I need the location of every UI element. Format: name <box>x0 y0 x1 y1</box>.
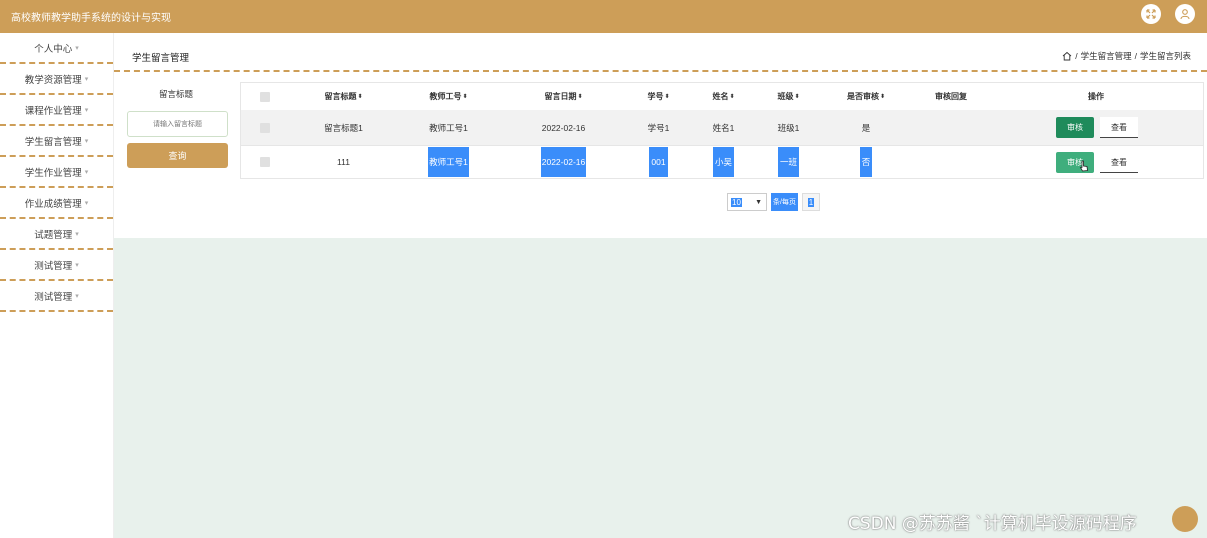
view-button[interactable]: 查看 <box>1100 152 1138 173</box>
content-background <box>114 238 1207 538</box>
chevron-down-icon: ▾ <box>84 199 89 207</box>
sidebar-item-questions[interactable]: 试题管理 ▾ <box>0 219 113 250</box>
watermark-text: CSDN @苏苏酱 `计算机毕设源码程序 <box>848 514 1137 534</box>
row-checkbox[interactable] <box>260 122 270 133</box>
app-title: 高校教师教学助手系统的设计与实现 <box>11 13 171 24</box>
chevron-down-icon: ▾ <box>84 168 89 176</box>
sidebar-item-label: 试题管理 <box>34 229 73 241</box>
table-row[interactable]: 111 教师工号1 2022-02-16 001 小吴 一班 否 审核 查看 <box>241 145 1203 178</box>
select-all-checkbox[interactable] <box>260 91 270 102</box>
sidebar-item-label: 测试管理 <box>34 260 73 272</box>
cell-reply <box>921 110 981 145</box>
sidebar-item-tests[interactable]: 测试管理 ▾ <box>0 250 113 281</box>
column-header-reviewed[interactable]: 是否审核 ⬍ <box>836 83 896 110</box>
sidebar-item-label: 教学资源管理 <box>24 74 82 86</box>
chevron-down-icon: ▾ <box>75 44 79 52</box>
messages-table: 留言标题 ⬍ 教师工号 ⬍ 留言日期 ⬍ 学号 ⬍ 姓名 ⬍ 班级 ⬍ 是否审核 ⬍ 审核回复… <box>240 82 1204 179</box>
cell-class: 一班 <box>777 147 799 177</box>
per-page-label: 条/每页 <box>771 193 798 211</box>
chevron-down-icon: ▾ <box>75 261 79 269</box>
sidebar-item-label: 测试管理 <box>34 291 73 303</box>
view-button[interactable]: 查看 <box>1100 117 1138 138</box>
search-button[interactable]: 查询 <box>127 143 228 168</box>
sidebar: 个人中心 ▾ 教学资源管理 ▾ 课程作业管理 ▾ 学生留言管理 ▾ 学生作业管理 ▾ 作业… <box>0 33 114 538</box>
table-header-row: 留言标题 ⬍ 教师工号 ⬍ 留言日期 ⬍ 学号 ⬍ 姓名 ⬍ 班级 ⬍ 是否审核 ⬍ 审核回复… <box>241 83 1203 110</box>
user-button[interactable] <box>1175 4 1195 24</box>
page-number-button[interactable]: 1 <box>802 193 820 211</box>
page-title: 学生留言管理 <box>132 53 190 64</box>
hand-cursor-icon <box>1079 160 1088 172</box>
home-icon[interactable] <box>1062 51 1072 61</box>
search-label: 留言标题 <box>159 89 194 99</box>
sidebar-item-personal-center[interactable]: 个人中心 ▾ <box>0 33 113 64</box>
cell-title: 111 <box>337 157 350 167</box>
sidebar-item-homework-grades[interactable]: 作业成绩管理 ▾ <box>0 188 113 219</box>
cell-name: 姓名1 <box>712 122 735 133</box>
column-header-teacher-no[interactable]: 教师工号 ⬍ <box>401 83 496 110</box>
sidebar-item-student-homework[interactable]: 学生作业管理 ▾ <box>0 157 113 188</box>
search-input[interactable] <box>127 111 228 137</box>
sidebar-item-teaching-resources[interactable]: 教学资源管理 ▾ <box>0 64 113 95</box>
column-header-student-no[interactable]: 学号 ⬍ <box>636 83 681 110</box>
sidebar-item-label: 课程作业管理 <box>24 105 82 117</box>
row-checkbox[interactable] <box>260 157 270 167</box>
sidebar-item-label: 学生留言管理 <box>24 136 82 148</box>
watermark-avatar <box>1172 506 1198 532</box>
page-number: 1 <box>807 197 815 207</box>
chevron-down-icon: ▾ <box>75 230 79 238</box>
sidebar-item-course-homework[interactable]: 课程作业管理 ▾ <box>0 95 113 126</box>
cell-teacher-no: 教师工号1 <box>428 147 469 177</box>
sidebar-item-tests-2[interactable]: 测试管理 ▾ <box>0 281 113 312</box>
column-header-reply: 审核回复 <box>935 92 967 101</box>
chevron-down-icon: ▾ <box>84 106 89 114</box>
page-size-value: 10 <box>731 197 742 207</box>
column-header-name[interactable]: 姓名 ⬍ <box>701 83 746 110</box>
breadcrumb-item[interactable]: 学生留言管理 <box>1081 50 1132 62</box>
sidebar-item-label: 个人中心 <box>34 43 73 55</box>
breadcrumb-item: 学生留言列表 <box>1139 51 1191 61</box>
top-bar: 高校教师教学助手系统的设计与实现 <box>0 0 1207 33</box>
chevron-down-icon: ▼ <box>755 198 762 206</box>
column-header-title[interactable]: 留言标题 ⬍ <box>301 83 386 110</box>
page-header: 学生留言管理 / 学生留言管理 / 学生留言列表 <box>114 33 1207 72</box>
audit-button[interactable]: 审核 <box>1056 117 1094 138</box>
cell-teacher-no: 教师工号1 <box>429 122 468 133</box>
cell-date: 2022-02-16 <box>540 147 587 177</box>
column-header-class[interactable]: 班级 ⬍ <box>766 83 811 110</box>
column-header-date[interactable]: 留言日期 ⬍ <box>516 83 611 110</box>
cell-reply <box>921 146 981 178</box>
cell-student-no: 学号1 <box>647 122 670 133</box>
breadcrumb: / 学生留言管理 / 学生留言列表 <box>1062 50 1191 62</box>
sidebar-item-label: 作业成绩管理 <box>24 198 82 210</box>
chevron-down-icon: ▾ <box>75 292 79 300</box>
fullscreen-button[interactable] <box>1141 4 1161 24</box>
sidebar-item-student-messages[interactable]: 学生留言管理 ▾ <box>0 126 113 157</box>
page-size-select[interactable]: 10 ▼ <box>727 193 767 211</box>
cell-reviewed: 否 <box>859 147 873 177</box>
cell-name: 小吴 <box>712 147 734 177</box>
column-header-actions: 操作 <box>1088 92 1104 101</box>
fullscreen-icon <box>1146 9 1156 19</box>
chevron-down-icon: ▾ <box>84 137 89 145</box>
cell-student-no: 001 <box>649 147 668 177</box>
chevron-down-icon: ▾ <box>84 75 89 83</box>
cell-reviewed: 是 <box>861 122 871 133</box>
user-icon <box>1180 9 1190 20</box>
sidebar-item-label: 学生作业管理 <box>24 167 82 179</box>
cell-title: 留言标题1 <box>324 122 363 133</box>
cell-class: 班级1 <box>777 122 800 133</box>
cell-date: 2022-02-16 <box>541 122 586 133</box>
table-row[interactable]: 留言标题1 教师工号1 2022-02-16 学号1 姓名1 班级1 是 审核 … <box>241 110 1203 145</box>
